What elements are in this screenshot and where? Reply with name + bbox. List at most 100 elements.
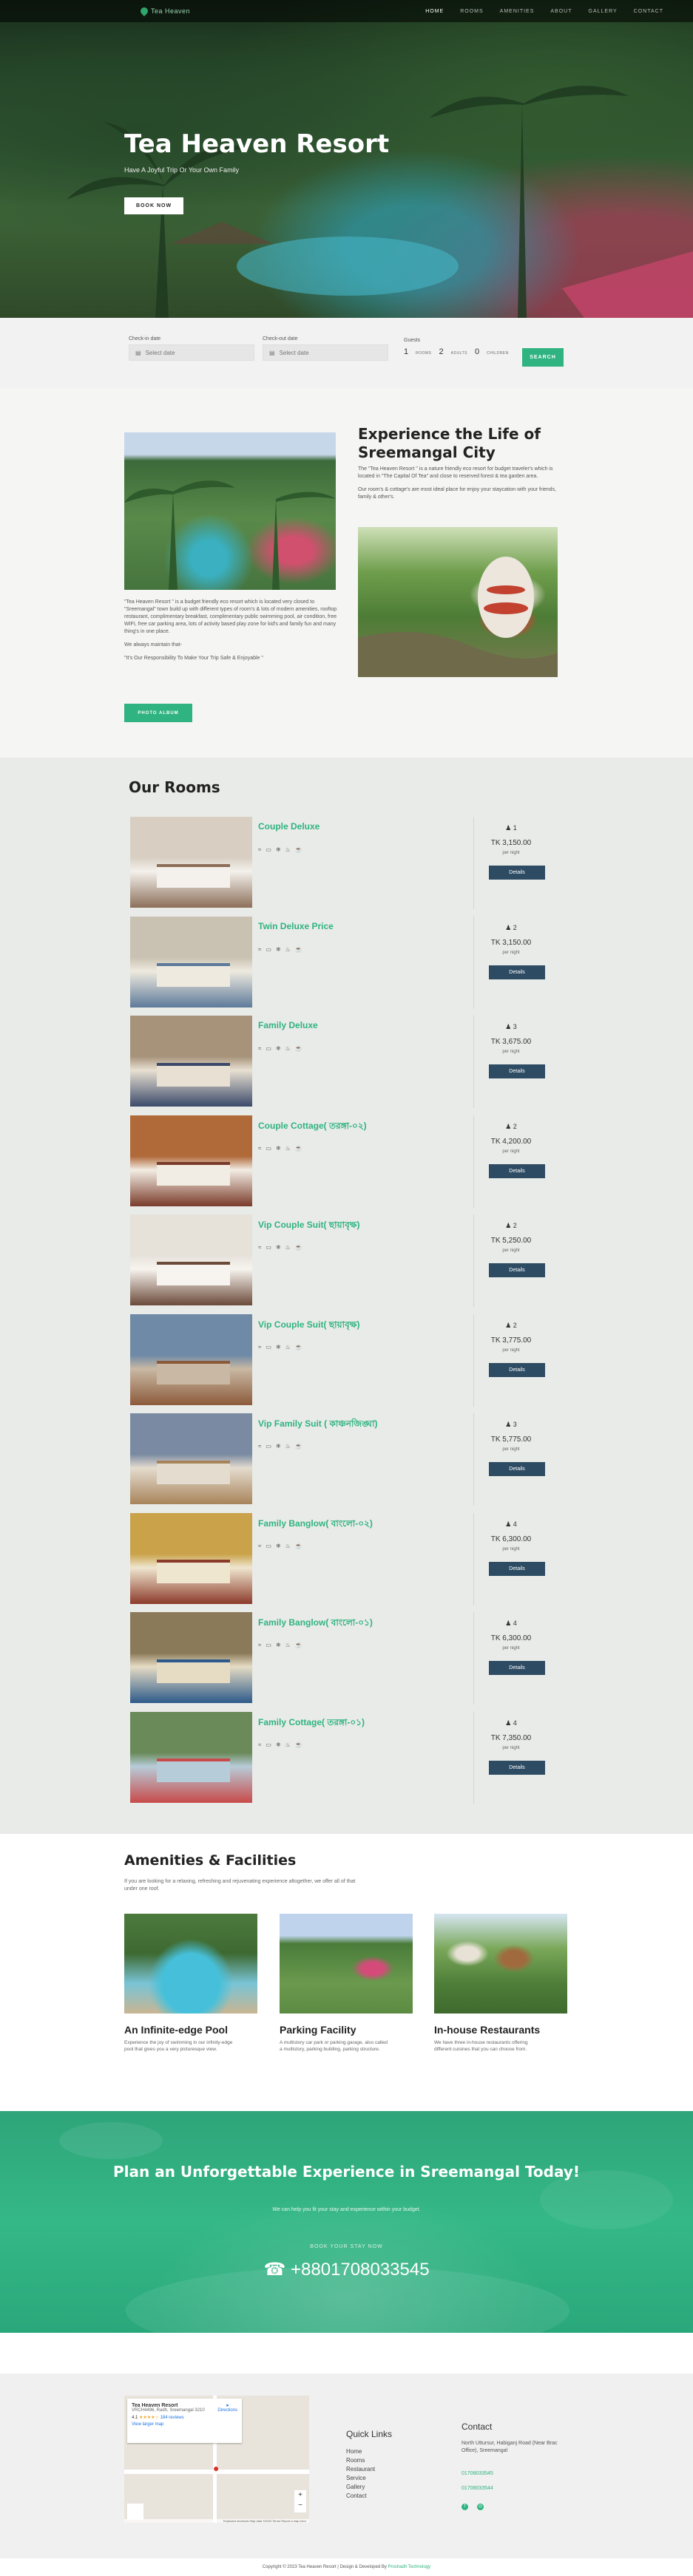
footer-link-home[interactable]: Home [346, 2447, 375, 2456]
air-condition-icon: ❄ [275, 1244, 281, 1251]
room-amenities: ≈ ▭ ❄ ♨ ☕ [258, 1145, 302, 1152]
footer-link-rooms[interactable]: Rooms [346, 2456, 375, 2465]
children-text: CHILDREN [487, 351, 509, 356]
room-card: Family Banglow( বাংলো-০১) ≈ ▭ ❄ ♨ ☕ ♟ 4 TK 6,30… [130, 1612, 548, 1705]
nav-amenities[interactable]: AMENITIES [500, 9, 535, 14]
room-name[interactable]: Couple Deluxe [258, 821, 320, 832]
google-map[interactable]: Tea Heaven Resort VRCH4496, Radh, Sreema… [124, 2396, 309, 2523]
room-image[interactable] [130, 916, 252, 1007]
person-icon: ♟ [505, 1321, 512, 1329]
map-street-view[interactable] [127, 2504, 143, 2520]
room-name[interactable]: Vip Family Suit ( কাঞ্চনজিঙ্ঘা) [258, 1418, 378, 1433]
bath-icon: ♨ [285, 945, 291, 953]
cta-phone[interactable]: ☎ +8801708033545 [0, 2259, 693, 2280]
room-name[interactable]: Twin Deluxe Price [258, 921, 334, 931]
footer-link-restaurant[interactable]: Restaurant [346, 2465, 375, 2474]
room-image[interactable] [130, 1612, 252, 1703]
room-bed-shape [157, 1162, 231, 1186]
room-name[interactable]: Couple Cottage( তরঙ্গা-০২) [258, 1120, 367, 1135]
checkin-input[interactable]: ▤ Select date [129, 344, 254, 361]
map-zoom-controls[interactable]: + − [294, 2490, 306, 2512]
room-details-button[interactable]: Details [489, 866, 545, 880]
room-details-button[interactable]: Details [489, 1362, 545, 1377]
hero-section: Tea Heaven Resort Have A Joyful Trip Or … [0, 0, 693, 318]
room-details-button[interactable]: Details [489, 1263, 545, 1277]
checkout-input[interactable]: ▤ Select date [263, 344, 388, 361]
room-divider [473, 1214, 474, 1307]
room-image[interactable] [130, 1711, 252, 1803]
room-details-button[interactable]: Details [489, 1163, 545, 1178]
room-price: TK 6,300.00 [490, 1634, 532, 1642]
room-image[interactable] [130, 1314, 252, 1405]
logo[interactable]: Tea Heaven [138, 5, 190, 17]
map-larger-link[interactable]: View larger map [132, 2422, 237, 2427]
amenity-title-restaurant: In-house Restaurants [434, 2024, 541, 2036]
room-per-night: per night [502, 1447, 520, 1452]
room-name[interactable]: Family Cottage( তরঙ্গা-০১) [258, 1716, 365, 1731]
air-condition-icon: ❄ [275, 1642, 281, 1648]
nav-rooms[interactable]: ROOMS [460, 9, 483, 14]
instagram-icon[interactable]: ◎ [477, 2504, 484, 2510]
room-image[interactable] [130, 1512, 252, 1604]
room-bed-shape [157, 1361, 231, 1385]
checkout-placeholder: Select date [279, 349, 309, 356]
book-now-button[interactable]: BOOK NOW [124, 197, 184, 214]
photo-album-button[interactable]: PHOTO ALBUM [124, 704, 192, 722]
about-paragraph-3: "It's Our Responsibility To Make Your Tr… [124, 656, 263, 661]
room-details-button[interactable]: Details [489, 1064, 545, 1078]
footer-link-contact[interactable]: Contact [346, 2492, 375, 2501]
footer-link-service[interactable]: Service [346, 2474, 375, 2483]
room-details-button[interactable]: Details [489, 965, 545, 979]
about-description: The "Tea Heaven Resort " is a nature fri… [358, 466, 558, 507]
nav-home[interactable]: HOME [425, 9, 444, 14]
guests-selector[interactable]: Guests 1 ROOMS 2 ADULTS 0 CHILDREN [404, 338, 509, 356]
room-card: Family Deluxe ≈ ▭ ❄ ♨ ☕ ♟ 3 TK 3,675.00 per nigh… [130, 1016, 548, 1108]
footer: Tea Heaven Resort VRCH4496, Radh, Sreema… [0, 2373, 693, 2558]
air-condition-icon: ❄ [275, 1542, 281, 1549]
spacer [0, 2333, 693, 2373]
room-price: TK 3,150.00 [490, 938, 532, 947]
coffee-icon: ☕ [294, 1741, 302, 1748]
contact-phone-2[interactable]: 01708033544 [462, 2486, 493, 2491]
room-image[interactable] [130, 817, 252, 908]
room-details-button[interactable]: Details [489, 1760, 545, 1775]
main-nav: HOME ROOMS AMENITIES ABOUT GALLERY CONTA… [425, 9, 663, 14]
room-details-button[interactable]: Details [489, 1462, 545, 1476]
room-details-button[interactable]: Details [489, 1561, 545, 1576]
room-name[interactable]: Vip Couple Suit( ছায়াবৃক্ষ) [258, 1219, 359, 1234]
calendar-icon: ▤ [135, 349, 141, 356]
room-name[interactable]: Vip Couple Suit( ছায়াবৃক্ষ) [258, 1319, 359, 1333]
room-card: Family Banglow( বাংলো-০২) ≈ ▭ ❄ ♨ ☕ ♟ 4 TK 6,30… [130, 1512, 548, 1605]
developer-link[interactable]: Proshadh Technology [388, 2565, 431, 2569]
map-reviews[interactable]: 184 reviews [160, 2416, 184, 2420]
room-amenities: ≈ ▭ ❄ ♨ ☕ [258, 1642, 302, 1648]
nav-about[interactable]: ABOUT [550, 9, 572, 14]
room-image[interactable] [130, 1214, 252, 1305]
map-info-card: Tea Heaven Resort VRCH4496, Radh, Sreema… [127, 2399, 242, 2443]
footer-link-gallery[interactable]: Gallery [346, 2483, 375, 2492]
room-image[interactable] [130, 1413, 252, 1504]
tv-icon: ▭ [266, 1045, 271, 1052]
adults-count: 2 [439, 347, 444, 356]
bath-icon: ♨ [285, 1741, 291, 1748]
facebook-icon[interactable]: f [462, 2504, 468, 2510]
room-image[interactable] [130, 1016, 252, 1107]
search-button[interactable]: SEARCH [522, 348, 564, 367]
room-image[interactable] [130, 1115, 252, 1206]
room-guest-count: 4 [513, 1520, 517, 1528]
person-icon: ♟ [505, 1520, 512, 1528]
wifi-icon: ≈ [258, 945, 262, 953]
map-directions[interactable]: ➤ Directions [217, 2403, 237, 2413]
room-name[interactable]: Family Deluxe [258, 1020, 318, 1030]
guests-label: Guests [404, 338, 421, 343]
room-name[interactable]: Family Banglow( বাংলো-০২) [258, 1518, 373, 1532]
room-details-button[interactable]: Details [489, 1661, 545, 1675]
room-amenities: ≈ ▭ ❄ ♨ ☕ [258, 1244, 302, 1251]
room-guest-count: 3 [513, 1023, 517, 1030]
room-name[interactable]: Family Banglow( বাংলো-০১) [258, 1617, 373, 1631]
nav-gallery[interactable]: GALLERY [589, 9, 618, 14]
about-paragraph-2: We always maintain that- [124, 642, 183, 648]
room-bed-shape [157, 1261, 231, 1285]
contact-phone-1[interactable]: 01708033545 [462, 2471, 493, 2476]
nav-contact[interactable]: CONTACT [634, 9, 663, 14]
